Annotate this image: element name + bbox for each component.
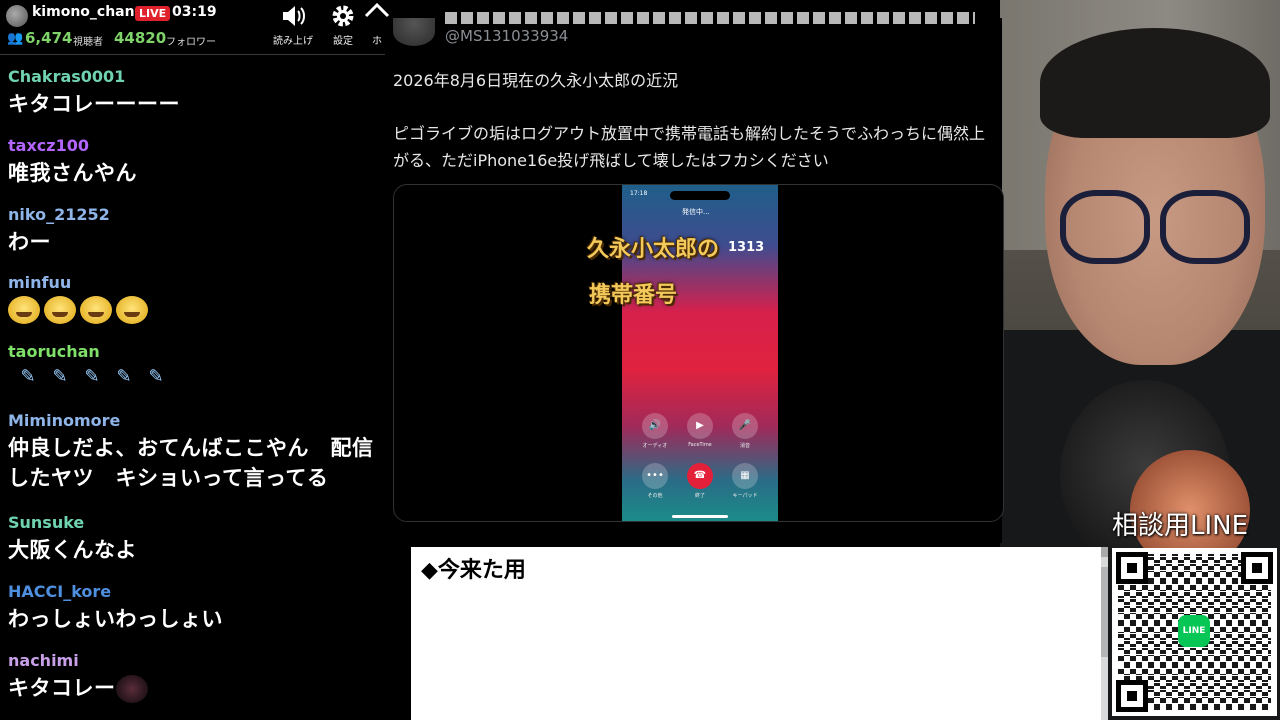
- pen-emoji: ✎: [52, 366, 68, 387]
- more-button: •••: [642, 463, 668, 489]
- end-label: 終了: [694, 493, 705, 499]
- pen-emoji: ✎: [84, 366, 100, 387]
- line-label: 相談用LINE: [1112, 511, 1249, 541]
- notes-title: ◆今来た用: [421, 558, 526, 583]
- speaker-icon: [283, 6, 305, 26]
- chat-text-content: キタコレー: [8, 676, 116, 700]
- chat-text: 唯我さんやん: [8, 161, 137, 185]
- stream-username[interactable]: kimono_chan: [32, 4, 135, 20]
- chat-author[interactable]: Chakras0001: [8, 68, 383, 86]
- scroll-thumb[interactable]: [1101, 567, 1108, 657]
- scroll-up-arrow[interactable]: [1101, 547, 1108, 557]
- chat-author[interactable]: taxcz100: [8, 137, 383, 155]
- audio-button: 🔊: [642, 413, 668, 439]
- chat-text: 大阪くんなよ: [8, 538, 137, 562]
- chat-message: minfuu: [8, 274, 383, 324]
- audio-label: オーディオ: [642, 443, 668, 449]
- qr-finder: [1241, 552, 1273, 584]
- follower-count: 44820: [114, 29, 167, 47]
- home-indicator: [672, 515, 728, 518]
- qr-finder: [1116, 680, 1148, 712]
- notes-box: ◆今来た用: [411, 547, 1108, 720]
- phone-status-time: 17:18: [630, 190, 648, 197]
- facetime-button: ▶: [687, 413, 713, 439]
- laughing-face-emoji: [80, 296, 112, 324]
- chat-message: taoruchan ✎ ✎ ✎ ✎ ✎: [8, 343, 383, 389]
- chat-author[interactable]: niko_21252: [8, 206, 383, 224]
- chat-text: 仲良しだよ、おてんばここやん 配信したヤツ キショいって言ってる: [8, 436, 374, 490]
- viewer-label: 視聴者: [73, 37, 103, 48]
- chat-message: Sunsuke 大阪くんなよ: [8, 514, 383, 565]
- mute-button: 🎤: [732, 413, 758, 439]
- chat-message: taxcz100 唯我さんやん: [8, 137, 383, 188]
- chat-author[interactable]: nachimi: [8, 652, 383, 670]
- pen-emoji: ✎: [116, 366, 132, 387]
- streamer-hair: [1040, 28, 1270, 138]
- phone-number-fragment: 1313: [728, 240, 765, 255]
- settings-button[interactable]: 設定: [318, 2, 368, 47]
- tweet-text-line: 2026年8月6日現在の久永小太郎の近況: [393, 71, 679, 90]
- chat-author[interactable]: Miminomore: [8, 412, 383, 430]
- chat-message: nachimi キタコレー: [8, 652, 383, 703]
- laughing-face-emoji: [116, 296, 148, 324]
- settings-label: 設定: [333, 36, 353, 47]
- tweet-avatar[interactable]: [393, 18, 435, 46]
- line-qr-code: LINE: [1112, 548, 1277, 716]
- read-aloud-button[interactable]: 読み上げ: [268, 2, 318, 47]
- facetime-label: FaceTime: [688, 442, 712, 448]
- read-aloud-label: 読み上げ: [273, 36, 313, 47]
- end-call-button: ☎: [687, 463, 713, 489]
- chat-message: Chakras0001 キタコレーーーー: [8, 68, 383, 119]
- chat-author[interactable]: taoruchan: [8, 343, 383, 361]
- tweet-text-body: ピゴライブの垢はログアウト放置中で携帯電話も解約したそうでふわっちに偶然上がる、…: [393, 124, 986, 170]
- laughing-face-emoji: [44, 296, 76, 324]
- chat-header: kimono_chan LIVE 03:19 👥 6,474 視聴者 44820…: [0, 0, 390, 55]
- keypad-label: キーパッド: [732, 493, 758, 499]
- pen-emoji: ✎: [148, 366, 164, 387]
- keypad-button: ▦: [732, 463, 758, 489]
- chat-text: キタコレー: [8, 673, 383, 703]
- chat-message: Miminomore 仲良しだよ、おてんばここやん 配信したヤツ キショいって言…: [8, 412, 383, 493]
- video-caption-name: 久永小太郎の: [587, 237, 720, 262]
- qr-finder: [1116, 552, 1148, 584]
- more-label: その他: [647, 493, 663, 499]
- chat-author[interactable]: HACCI_kore: [8, 583, 383, 601]
- line-logo-icon: LINE: [1178, 615, 1210, 647]
- tweet-card: @MS131033934 2026年8月6日現在の久永小太郎の近況 ピゴライブの…: [385, 12, 1004, 543]
- chat-panel: kimono_chan LIVE 03:19 👥 6,474 視聴者 44820…: [0, 0, 390, 720]
- tweet-video[interactable]: 17:18 発信中... 1313 久永小太郎の 携帯番号 🔊 ▶ 🎤 オーディ…: [393, 184, 1004, 522]
- chat-text: わー: [8, 230, 51, 254]
- chat-text: わっしょいわっしょい: [8, 607, 223, 631]
- video-caption-phone: 携帯番号: [589, 283, 678, 308]
- chat-text: キタコレーーーー: [8, 92, 180, 116]
- chat-message: niko_21252 わー: [8, 206, 383, 257]
- dynamic-island: [670, 191, 730, 200]
- anime-sticker-emoji: [115, 675, 148, 703]
- emoji-row: ✎ ✎ ✎ ✎ ✎: [14, 365, 383, 389]
- pen-emoji: ✎: [20, 366, 36, 387]
- viewer-count: 6,474: [25, 29, 73, 47]
- gear-icon: [332, 5, 354, 27]
- tweet-handle[interactable]: @MS131033934: [445, 27, 568, 45]
- live-badge: LIVE: [135, 6, 171, 21]
- viewers-icon: 👥: [7, 31, 24, 46]
- stream-time: 03:19: [172, 4, 217, 20]
- avatar[interactable]: [6, 5, 28, 27]
- streamer-glasses: [1060, 190, 1250, 264]
- mute-label: 消音: [739, 443, 750, 449]
- phone-call-screen: 17:18 発信中... 1313 久永小太郎の 携帯番号 🔊 ▶ 🎤 オーディ…: [587, 185, 778, 521]
- chat-message: HACCI_kore わっしょいわっしょい: [8, 583, 383, 634]
- laughing-face-emoji: [8, 296, 40, 324]
- tweet-display-name-cropped: [445, 12, 975, 24]
- chat-author[interactable]: Sunsuke: [8, 514, 383, 532]
- chat-author[interactable]: minfuu: [8, 274, 383, 292]
- emoji-row: [8, 296, 383, 324]
- calling-status: 発信中...: [682, 208, 710, 216]
- follower-label: フォロワー: [166, 37, 216, 48]
